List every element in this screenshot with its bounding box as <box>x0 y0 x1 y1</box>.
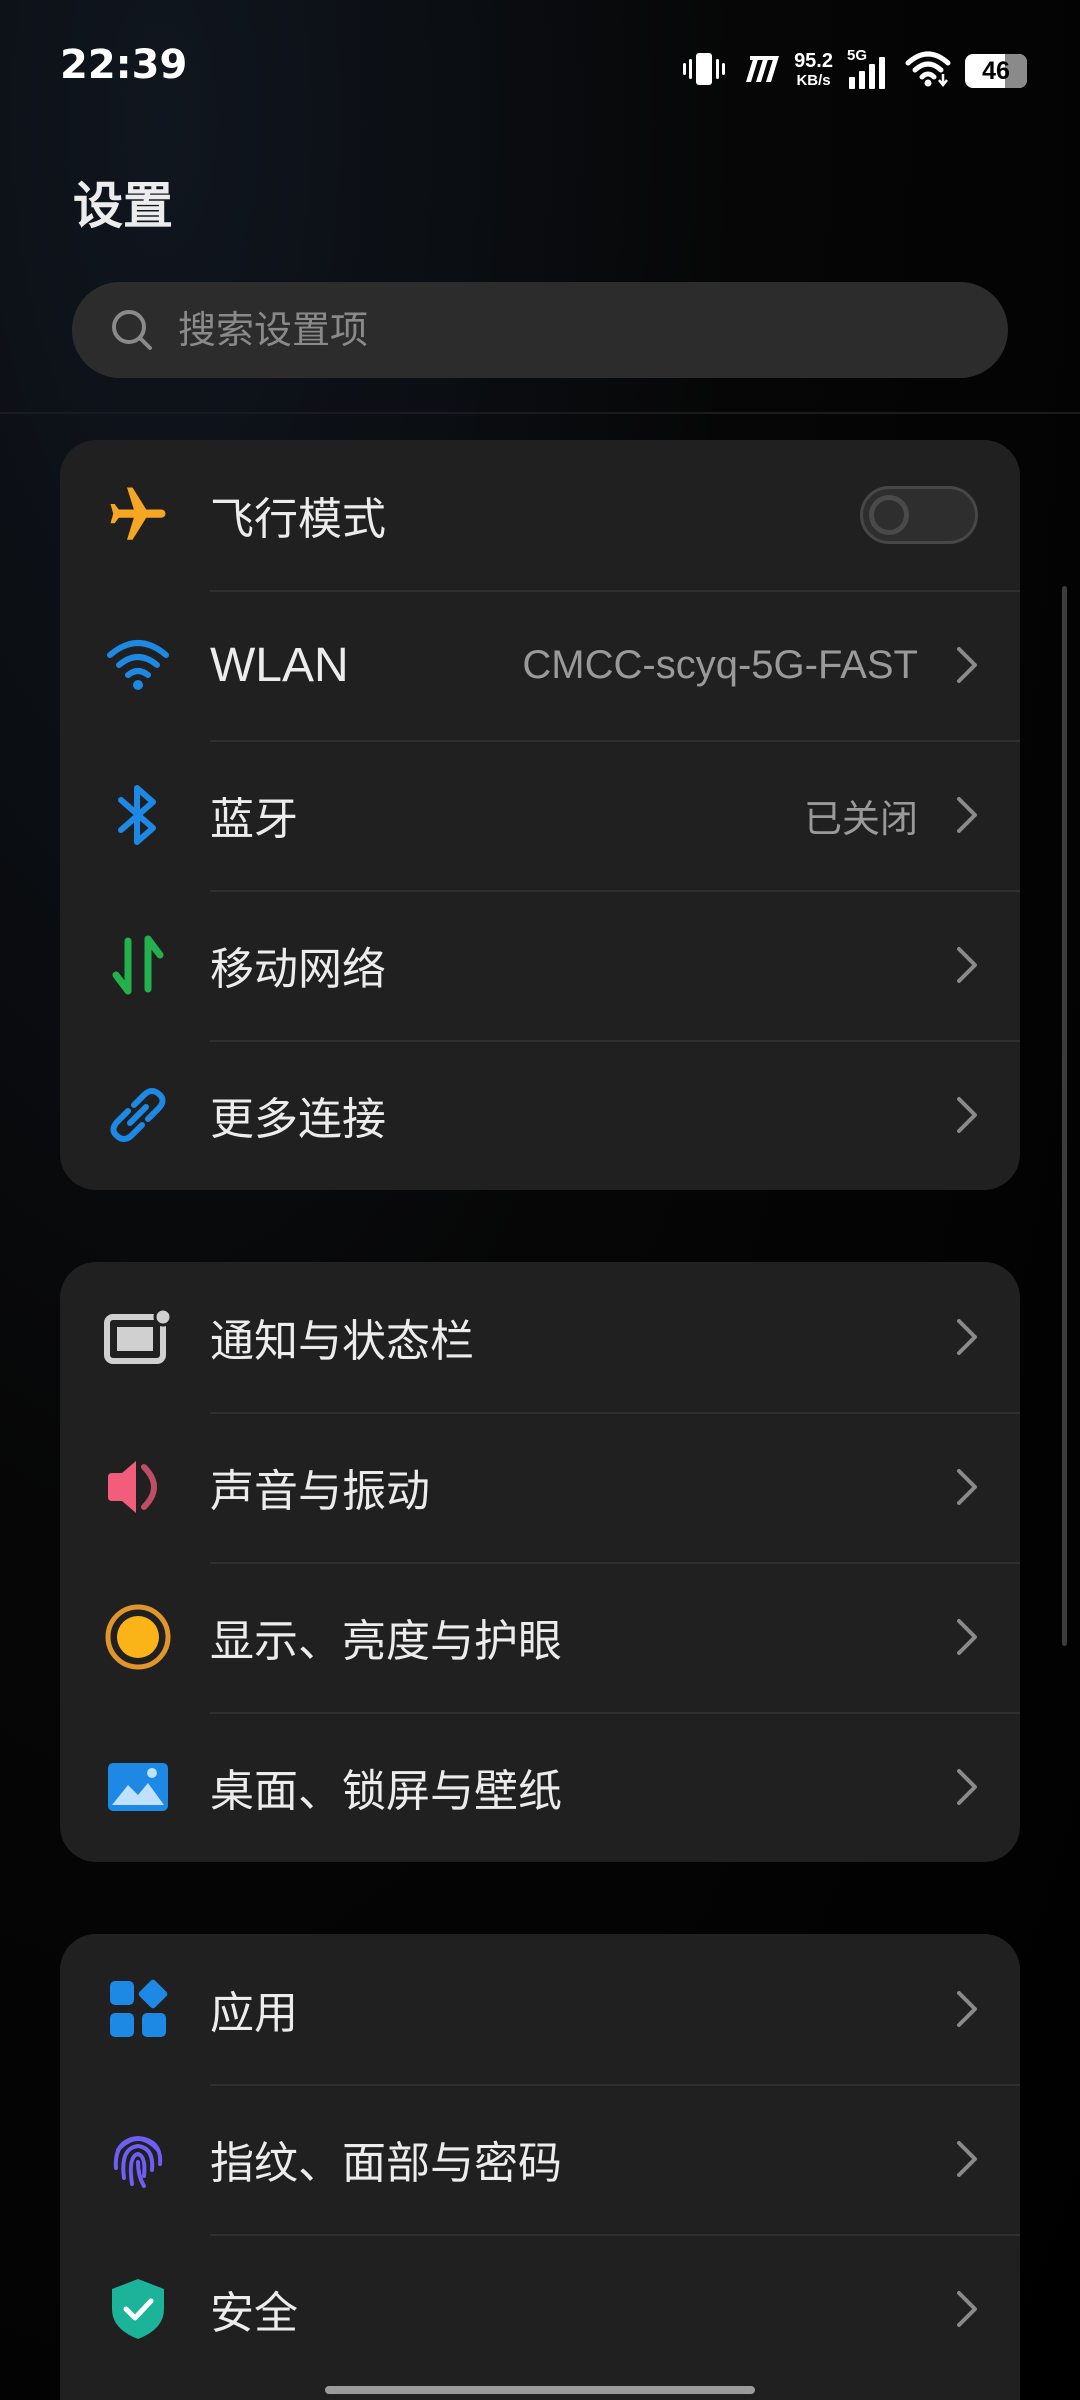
search-bar[interactable] <box>72 282 1008 378</box>
chevron-right-icon <box>957 2291 977 2327</box>
settings-item-wlan[interactable]: WLAN CMCC-scyq-5G-FAST <box>60 590 1020 740</box>
settings-item-label: 蓝牙 <box>210 794 298 845</box>
shield-icon <box>93 2264 183 2354</box>
airplane-mode-toggle[interactable] <box>860 486 978 544</box>
notification-icon <box>93 1292 183 1382</box>
settings-item-security[interactable]: 安全 <box>60 2234 1020 2384</box>
chevron-right-icon <box>957 2141 977 2177</box>
airplane-icon <box>93 470 183 560</box>
bluetooth-icon <box>93 770 183 860</box>
bluetooth-status: 已关闭 <box>803 796 918 841</box>
speaker-icon <box>93 1442 183 1532</box>
wallpaper-icon <box>93 1742 183 1832</box>
settings-item-label: 指纹、面部与密码 <box>210 2138 562 2189</box>
fingerprint-icon <box>93 2114 183 2204</box>
settings-item-label: 安全 <box>210 2288 298 2339</box>
net-speed: 95.2 KB/s <box>794 50 833 90</box>
wifi-icon <box>93 620 183 710</box>
search-input[interactable] <box>176 307 940 353</box>
settings-item-label: 声音与振动 <box>210 1466 430 1517</box>
settings-item-more-connections[interactable]: 更多连接 <box>60 1040 1020 1190</box>
settings-item-notifications[interactable]: 通知与状态栏 <box>60 1262 1020 1412</box>
link-icon <box>93 1070 183 1160</box>
chevron-right-icon <box>957 1319 977 1355</box>
settings-item-label: 通知与状态栏 <box>210 1316 474 1367</box>
chevron-right-icon <box>957 1097 977 1133</box>
net-speed-unit: KB/s <box>796 72 831 89</box>
settings-item-label: 显示、亮度与护眼 <box>210 1616 562 1667</box>
page-title: 设置 <box>73 177 173 235</box>
status-icons: 95.2 KB/s 5G 46 <box>682 47 1027 94</box>
settings-group-apps-security: 应用 指纹、面部与密码 安全 <box>60 1934 1020 2400</box>
signal-icon: 5G <box>847 47 891 91</box>
chevron-right-icon <box>957 1469 977 1505</box>
chevron-right-icon <box>957 1991 977 2027</box>
vibrate-icon <box>682 51 726 91</box>
settings-item-airplane-mode[interactable]: 飞行模式 <box>60 440 1020 590</box>
settings-item-label: 飞行模式 <box>210 494 386 545</box>
settings-item-label: WLAN <box>210 638 349 692</box>
battery-icon: 46 <box>965 54 1027 88</box>
chevron-right-icon <box>957 647 977 683</box>
hd-icon <box>740 54 780 88</box>
chevron-right-icon <box>957 947 977 983</box>
chevron-right-icon <box>957 797 977 833</box>
settings-item-label: 更多连接 <box>210 1094 386 1145</box>
wifi-icon <box>905 50 951 92</box>
settings-item-sound[interactable]: 声音与振动 <box>60 1412 1020 1562</box>
mobile-data-icon <box>93 920 183 1010</box>
settings-item-mobile-network[interactable]: 移动网络 <box>60 890 1020 1040</box>
settings-item-label: 应用 <box>210 1988 298 2039</box>
chevron-right-icon <box>957 1769 977 1805</box>
header-divider <box>0 412 1080 414</box>
home-indicator[interactable] <box>325 2386 755 2394</box>
chevron-right-icon <box>957 1619 977 1655</box>
settings-item-label: 桌面、锁屏与壁纸 <box>210 1766 562 1817</box>
settings-group-connectivity: 飞行模式 WLAN CMCC-scyq-5G-FAST 蓝牙 已关闭 移动网络 … <box>60 440 1020 1190</box>
settings-item-biometrics[interactable]: 指纹、面部与密码 <box>60 2084 1020 2234</box>
settings-item-label: 移动网络 <box>210 944 386 995</box>
settings-item-display[interactable]: 显示、亮度与护眼 <box>60 1562 1020 1712</box>
settings-item-wallpaper[interactable]: 桌面、锁屏与壁纸 <box>60 1712 1020 1862</box>
settings-item-bluetooth[interactable]: 蓝牙 已关闭 <box>60 740 1020 890</box>
search-icon <box>112 310 152 350</box>
status-time: 22:39 <box>60 42 188 88</box>
status-bar: 22:39 95.2 KB/s 5G 46 <box>0 0 1080 140</box>
wlan-network-name: CMCC-scyq-5G-FAST <box>522 642 918 687</box>
settings-item-apps[interactable]: 应用 <box>60 1934 1020 2084</box>
settings-group-personalization: 通知与状态栏 声音与振动 显示、亮度与护眼 桌面、锁屏与壁纸 <box>60 1262 1020 1862</box>
apps-icon <box>93 1964 183 2054</box>
scrollbar[interactable] <box>1062 586 1067 1646</box>
battery-level: 46 <box>982 56 1010 85</box>
net-speed-value: 95.2 <box>794 50 833 72</box>
brightness-icon <box>93 1592 183 1682</box>
toggle-knob <box>869 495 909 535</box>
